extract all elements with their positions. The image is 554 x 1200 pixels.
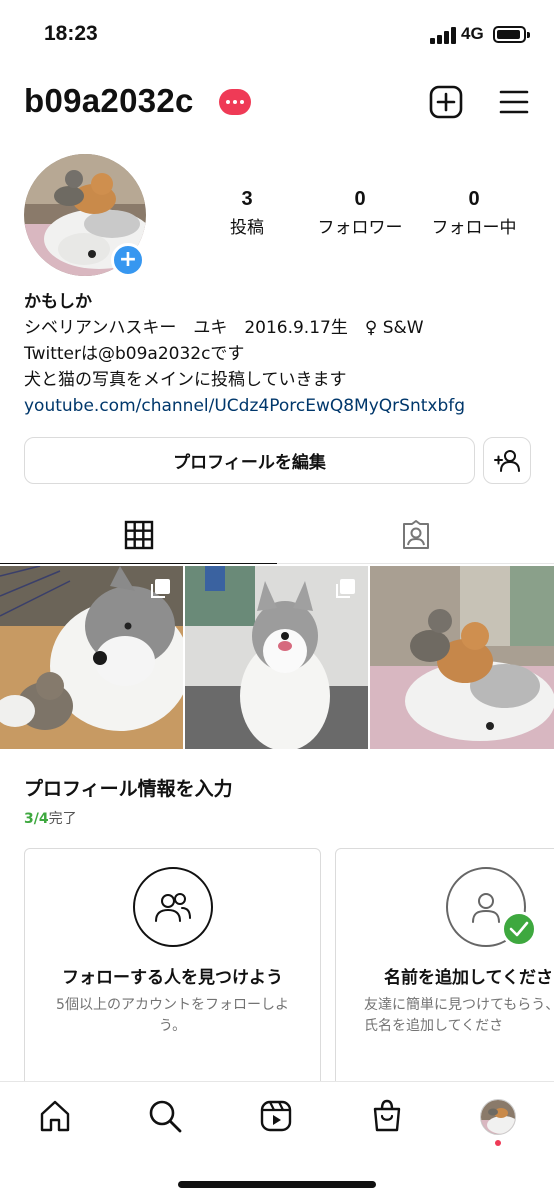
tab-tagged[interactable] <box>277 506 554 564</box>
bio-line: Twitterは@b09a2032cです <box>24 344 245 364</box>
search-icon[interactable] <box>148 1099 182 1133</box>
add-person-icon[interactable] <box>483 437 531 484</box>
completion-progress: 3/4完了 <box>24 808 77 828</box>
stat-label: 投稿 <box>230 218 264 238</box>
display-name: かもしか <box>24 292 92 312</box>
card-title: 名前を追加してくださ <box>384 968 553 988</box>
shop-icon[interactable] <box>370 1099 404 1133</box>
bio-link[interactable]: youtube.com/channel/UCdz4PorcEwQ8MyQrSnt… <box>24 393 534 419</box>
plus-square-icon[interactable] <box>429 85 463 119</box>
stat-count: 0 <box>468 188 480 210</box>
tab-posts-grid[interactable] <box>0 506 277 564</box>
tagged-person-icon <box>402 519 429 549</box>
grid-post[interactable] <box>185 566 368 749</box>
bio-line: シベリアンハスキー ユキ 2016.9.17生 ♀ S&W <box>24 318 424 338</box>
checkmark-icon <box>501 911 537 947</box>
profile-bio: かもしか シベリアンハスキー ユキ 2016.9.17生 ♀ S&W Twitt… <box>24 289 534 419</box>
stat-label: フォロー中 <box>431 218 517 238</box>
reels-icon[interactable] <box>259 1099 293 1133</box>
grid-icon <box>124 520 153 549</box>
card-title: フォローする人を見つけよう <box>62 968 283 988</box>
completion-count: 3/4 <box>24 811 49 827</box>
stat-posts[interactable]: 3 投稿 <box>217 188 277 238</box>
suggestion-card-name[interactable]: 名前を追加してくださ 友達に簡単に見つけてもらう、氏名を追加してくださ <box>335 848 554 1088</box>
grid-post[interactable] <box>0 566 183 749</box>
add-story-icon[interactable]: + <box>111 243 145 277</box>
multiple-photos-icon <box>151 579 170 598</box>
battery-icon <box>493 26 530 43</box>
hamburger-menu-icon[interactable] <box>498 88 530 116</box>
notification-badge-icon[interactable] <box>219 89 251 115</box>
bio-line: 犬と猫の写真をメインに投稿していきます <box>24 370 347 390</box>
status-time: 18:23 <box>44 22 98 45</box>
stat-following[interactable]: 0 フォロー中 <box>424 188 524 238</box>
signal-icon <box>430 26 456 44</box>
grid-post[interactable] <box>370 566 554 749</box>
home-indicator[interactable] <box>178 1181 376 1188</box>
profile-username[interactable]: b09a2032c <box>24 82 194 120</box>
stat-count: 0 <box>354 188 366 210</box>
people-icon <box>133 867 213 947</box>
home-icon[interactable] <box>38 1099 72 1133</box>
card-description: 5個以上のアカウントをフォローしよう。 <box>56 997 289 1034</box>
stat-count: 3 <box>241 188 253 210</box>
stat-followers[interactable]: 0 フォロワー <box>310 188 410 238</box>
status-bar: 18:23 4G <box>0 0 554 70</box>
stat-label: フォロワー <box>317 218 403 238</box>
multiple-photos-icon <box>336 579 355 598</box>
card-description: 友達に簡単に見つけてもらう、氏名を追加してくださ <box>364 997 554 1034</box>
completion-title: プロフィール情報を入力 <box>24 778 233 800</box>
profile-avatar-nav[interactable] <box>480 1099 516 1135</box>
edit-profile-button[interactable]: プロフィールを編集 <box>24 437 475 484</box>
completion-suffix: 完了 <box>48 811 77 827</box>
network-label: 4G <box>461 24 484 43</box>
notification-dot <box>495 1140 501 1146</box>
suggestion-card-follow[interactable]: フォローする人を見つけよう 5個以上のアカウントをフォローしよう。 <box>24 848 321 1088</box>
